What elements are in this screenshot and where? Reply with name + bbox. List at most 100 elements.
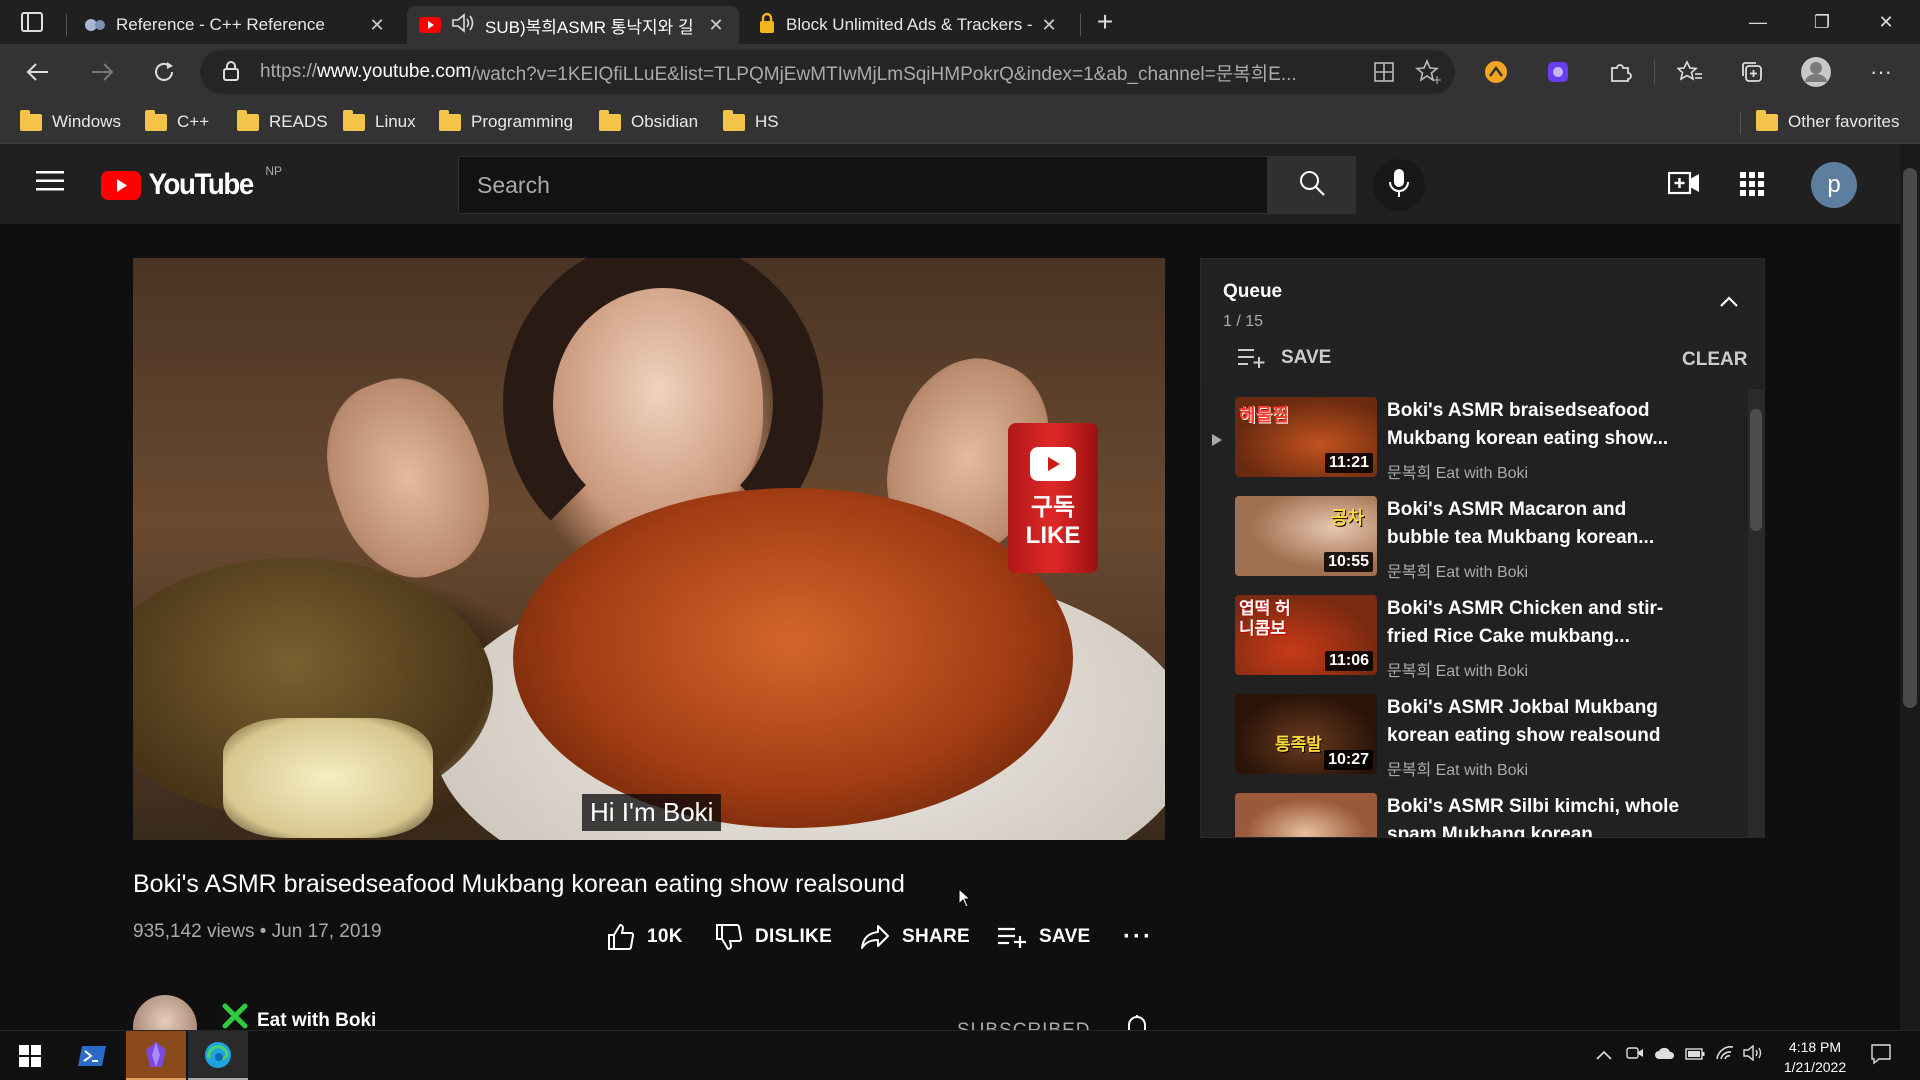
hamburger-menu-icon[interactable] (36, 170, 64, 197)
queue-duration: 10:55 (1324, 552, 1373, 572)
queue-item-title: Boki's ASMR braisedseafood Mukbang korea… (1387, 400, 1669, 449)
minimize-icon[interactable]: — (1728, 0, 1788, 44)
favorites-bar: Windows C++ READS Linux Programming Obsi… (0, 100, 1920, 144)
youtube-header: YouTube NP Search p (0, 144, 1920, 224)
tab-cpp-reference[interactable]: Reference - C++ Reference ✕ (72, 6, 400, 44)
settings-more-icon[interactable]: ··· (1863, 54, 1899, 90)
video-title: Boki's ASMR braisedseafood Mukbang korea… (133, 870, 905, 898)
favorite-folder-windows[interactable]: Windows (20, 108, 121, 136)
extensions-puzzle-icon[interactable] (1602, 54, 1638, 90)
account-avatar[interactable]: p (1811, 162, 1857, 208)
voice-search-button[interactable] (1373, 159, 1425, 211)
close-tab-icon[interactable]: ✕ (705, 15, 727, 36)
more-actions-icon[interactable]: ··· (1123, 922, 1153, 952)
folder-icon (599, 109, 621, 131)
onedrive-icon[interactable] (1654, 1045, 1676, 1065)
queue-item-title: Boki's ASMR Jokbal Mukbang korean eating… (1387, 697, 1661, 746)
youtube-logo[interactable]: YouTube NP (101, 164, 282, 202)
tab-title: Block Unlimited Ads & Trackers - (786, 15, 1033, 34)
queue-item[interactable]: 공차 10:55 Boki's ASMR Macaron and bubble … (1235, 496, 1735, 586)
favorite-folder-obsidian[interactable]: Obsidian (599, 108, 698, 136)
can-play-icon (1030, 446, 1076, 481)
gear-people-icon (84, 16, 106, 34)
new-tab-icon[interactable]: + (1087, 4, 1123, 40)
queue-item-title: Boki's ASMR Chicken and stir-fried Rice … (1387, 598, 1664, 647)
like-count: 10K (647, 926, 683, 947)
favorite-folder-linux[interactable]: Linux (343, 108, 416, 136)
restore-icon[interactable]: ❐ (1792, 0, 1852, 44)
site-info-lock-icon[interactable] (222, 60, 240, 88)
queue-item[interactable]: 해물찜 11:21 Boki's ASMR braisedseafood Muk… (1235, 397, 1735, 487)
obsidian-app-icon[interactable] (126, 1031, 186, 1080)
queue-position: 1 / 15 (1223, 313, 1264, 330)
browser-toolbar: https://www.youtube.com/watch?v=1KEIQfiL… (0, 44, 1920, 100)
extension-purple-icon[interactable] (1540, 54, 1576, 90)
tab-actions-icon[interactable] (14, 4, 50, 40)
start-windows-icon[interactable] (0, 1031, 60, 1080)
close-tab-icon[interactable]: ✕ (1038, 15, 1060, 36)
refresh-icon[interactable] (146, 54, 182, 90)
profile-icon[interactable] (1798, 54, 1834, 90)
microphone-icon (1388, 168, 1410, 203)
speaker-icon[interactable] (451, 12, 475, 39)
wifi-icon[interactable] (1715, 1045, 1735, 1066)
queue-save-button[interactable]: SAVE (1237, 347, 1331, 369)
tab-block-ads[interactable]: Block Unlimited Ads & Trackers - ✕ (746, 6, 1072, 44)
folder-icon (343, 109, 365, 131)
battery-icon[interactable] (1685, 1045, 1705, 1065)
system-clock[interactable]: 4:18 PM 1/21/2022 (1770, 1037, 1860, 1077)
extension-orange-icon[interactable] (1478, 54, 1514, 90)
save-button[interactable]: SAVE (997, 922, 1091, 952)
queue-item[interactable]: 엽떡 허니콤보 11:06 Boki's ASMR Chicken and st… (1235, 595, 1735, 685)
video-player[interactable]: 구독 LIKE Hi I'm Boki (133, 258, 1165, 840)
can-text-subscribe: 구독 (1030, 493, 1076, 521)
edge-browser-icon[interactable] (188, 1031, 248, 1080)
show-hidden-icons[interactable] (1596, 1045, 1612, 1065)
back-icon[interactable] (20, 54, 56, 90)
queue-thumbnail (1235, 793, 1377, 837)
search-icon (1298, 169, 1326, 202)
search-button[interactable] (1268, 156, 1356, 214)
share-icon (861, 925, 889, 949)
folder-icon (145, 109, 167, 131)
tab-title: SUB)복희ASMR 통낙지와 길 (485, 17, 694, 37)
queue-item-channel: 문복희 Eat with Boki (1387, 663, 1529, 680)
add-favorite-icon[interactable]: + (1414, 58, 1442, 91)
forward-icon[interactable] (84, 54, 120, 90)
queue-clear-button[interactable]: CLEAR (1682, 349, 1747, 371)
tab-youtube-video[interactable]: SUB)복희ASMR 통낙지와 길 ✕ (407, 6, 739, 44)
queue-scrollbar-thumb[interactable] (1750, 409, 1762, 531)
queue-item[interactable]: Boki's ASMR Silbi kimchi, whole spam Muk… (1235, 793, 1735, 837)
favorite-folder-reads[interactable]: READS (237, 108, 328, 136)
search-placeholder: Search (477, 171, 550, 198)
collections-icon[interactable] (1734, 54, 1770, 90)
powershell-icon[interactable] (62, 1031, 122, 1080)
queue-item-channel: 문복희 Eat with Boki (1387, 762, 1529, 779)
reader-mode-icon[interactable] (1365, 61, 1395, 89)
share-button[interactable]: SHARE (860, 922, 970, 952)
channel-name[interactable]: Eat with Boki (257, 1010, 376, 1032)
like-button[interactable]: 10K (607, 922, 683, 952)
address-bar[interactable]: https://www.youtube.com/watch?v=1KEIQfiL… (200, 50, 1455, 94)
close-tab-icon[interactable]: ✕ (366, 15, 388, 36)
now-playing-icon (1211, 433, 1223, 452)
volume-icon[interactable] (1743, 1044, 1763, 1066)
search-input[interactable]: Search (458, 156, 1268, 214)
favorite-folder-cpp[interactable]: C++ (145, 108, 209, 136)
queue-item[interactable]: 통족발 10:27 Boki's ASMR Jokbal Mukbang kor… (1235, 694, 1735, 784)
favorite-folder-programming[interactable]: Programming (439, 108, 573, 136)
favorites-icon[interactable] (1672, 54, 1708, 90)
dislike-button[interactable]: DISLIKE (715, 922, 832, 952)
apps-grid-icon[interactable] (1740, 172, 1764, 201)
other-favorites-folder[interactable]: Other favorites (1756, 108, 1900, 136)
notification-center-icon[interactable] (1870, 1043, 1892, 1070)
collapse-queue-icon[interactable] (1719, 295, 1739, 313)
create-video-icon[interactable] (1667, 168, 1700, 203)
queue-title: Queue (1223, 281, 1283, 302)
folder-icon (237, 109, 259, 131)
meet-now-icon[interactable] (1626, 1045, 1644, 1066)
favorite-folder-hs[interactable]: HS (723, 108, 779, 136)
favorite-label: Other favorites (1788, 112, 1900, 131)
window-close-icon[interactable]: ✕ (1856, 0, 1916, 44)
page-scrollbar-thumb[interactable] (1903, 168, 1917, 708)
